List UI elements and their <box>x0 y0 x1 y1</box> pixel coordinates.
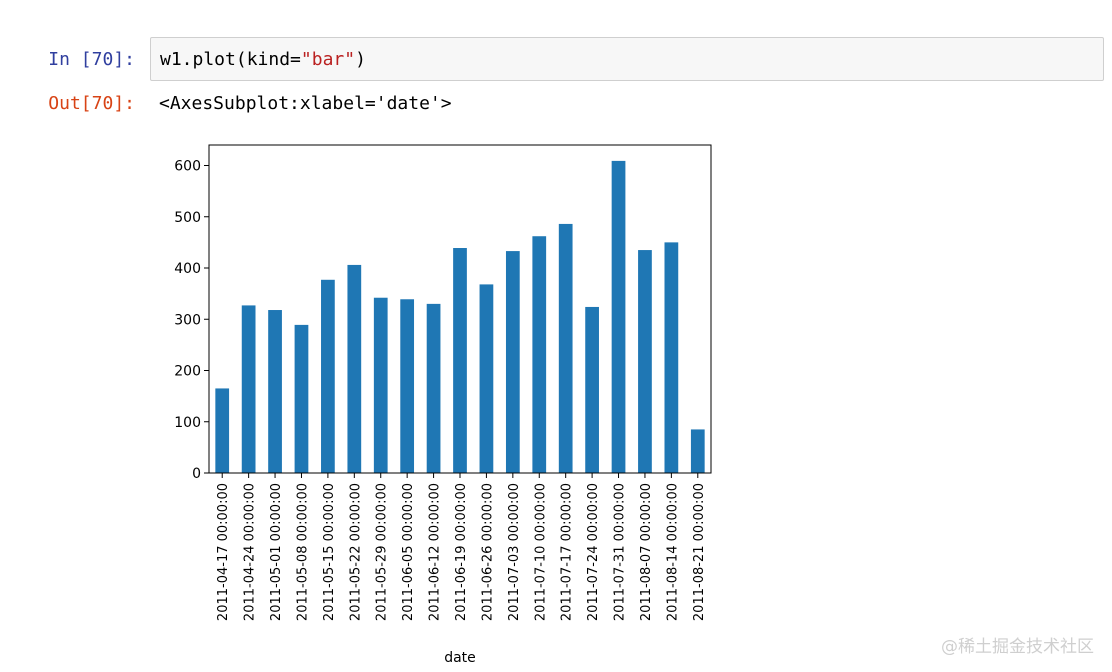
x-tick-label: 2011-04-17 00:00:00 <box>216 483 231 621</box>
x-tick-label: 2011-07-03 00:00:00 <box>507 483 522 621</box>
x-tick-label: 2011-04-24 00:00:00 <box>243 483 258 621</box>
code-string-literal: "bar" <box>300 49 356 70</box>
x-tick-label: 2011-05-01 00:00:00 <box>269 483 284 621</box>
bar <box>664 242 679 473</box>
x-tick-label: 2011-05-15 00:00:00 <box>322 483 337 621</box>
bar <box>479 284 494 473</box>
x-tick-label: 2011-05-29 00:00:00 <box>375 483 390 621</box>
bar <box>373 297 388 473</box>
y-tick-label: 0 <box>192 466 201 482</box>
bar-chart: 0100200300400500600 2011-04-17 00:00:00 2… <box>174 144 712 666</box>
bar <box>585 306 599 473</box>
x-tick-label: 2011-05-08 00:00:00 <box>295 483 310 621</box>
y-tick-label: 200 <box>174 364 201 380</box>
bar <box>532 236 547 473</box>
x-tick-label: 2011-07-24 00:00:00 <box>586 483 601 621</box>
code-suffix: ) <box>355 49 366 70</box>
x-tick-label: 2011-08-07 00:00:00 <box>639 483 654 621</box>
x-tick-label: 2011-08-21 00:00:00 <box>692 483 707 621</box>
bar <box>268 310 282 473</box>
x-tick-label: 2011-05-22 00:00:00 <box>348 483 363 621</box>
bar <box>241 305 256 473</box>
input-prompt: In [70]: <box>48 49 135 70</box>
y-tick-label: 600 <box>174 159 201 175</box>
x-tick-label: 2011-08-14 00:00:00 <box>665 483 680 621</box>
bar <box>611 160 626 473</box>
output-text: <AxesSubplot:xlabel='date'> <box>159 93 452 114</box>
x-tick-label: 2011-07-10 00:00:00 <box>533 483 548 621</box>
y-tick-label: 300 <box>174 312 201 328</box>
bar <box>215 388 230 473</box>
x-tick-label: 2011-06-26 00:00:00 <box>480 483 495 621</box>
x-axis-label: date <box>444 650 476 666</box>
bar <box>558 223 573 473</box>
x-tick-label: 2011-06-12 00:00:00 <box>428 483 443 621</box>
watermark: @稀土掘金技术社区 <box>941 637 1094 657</box>
bar <box>638 250 652 473</box>
y-axis: 0 100 200 300 400 500 600 <box>174 159 209 482</box>
bar <box>347 264 362 473</box>
bars-group <box>215 160 705 473</box>
bar <box>453 248 467 473</box>
code-input-cell[interactable]: w1.plot(kind="bar") <box>150 37 1104 81</box>
x-tick-label: 2011-06-05 00:00:00 <box>401 483 416 621</box>
bar <box>505 251 520 473</box>
x-axis: 2011-04-17 00:00:00 2011-04-24 00:00:00 20… <box>216 473 707 621</box>
x-tick-label: 2011-07-17 00:00:00 <box>560 483 575 621</box>
output-prompt: Out[70]: <box>48 93 135 114</box>
bar <box>690 429 705 473</box>
bar <box>321 279 335 473</box>
bar <box>294 324 309 473</box>
x-tick-label: 2011-07-31 00:00:00 <box>613 483 628 621</box>
y-tick-label: 500 <box>174 210 201 226</box>
y-tick-label: 400 <box>174 261 201 277</box>
code-text: w1.plot(kind="bar") <box>160 49 366 70</box>
bar <box>400 299 415 473</box>
y-tick-label: 100 <box>174 415 201 431</box>
x-tick-label: 2011-06-19 00:00:00 <box>454 483 469 621</box>
bar <box>426 303 441 473</box>
code-prefix: w1.plot(kind= <box>160 49 301 70</box>
